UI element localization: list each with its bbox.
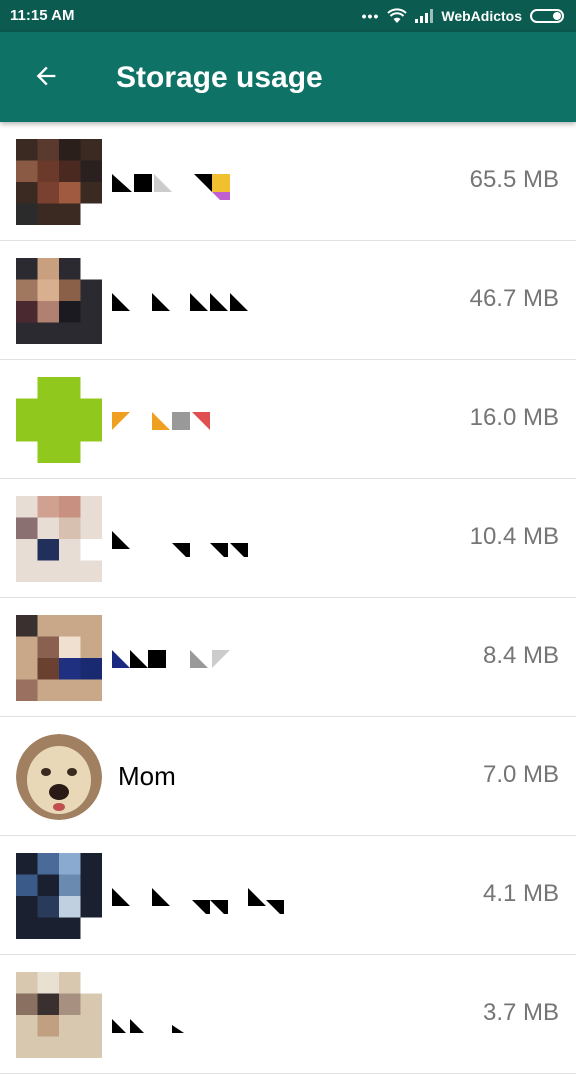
contact-avatar <box>16 853 102 939</box>
contact-name-pixelated <box>112 1019 184 1033</box>
contact-avatar <box>16 377 102 463</box>
battery-icon <box>530 9 564 23</box>
contact-name-pixelated <box>112 650 230 668</box>
status-bar: 11:15 AM ••• WebAdictos <box>0 0 576 32</box>
signal-icon <box>415 9 434 23</box>
back-button[interactable] <box>24 54 68 98</box>
chat-row[interactable]: 8.4 MB <box>0 598 576 717</box>
contact-avatar <box>16 615 102 701</box>
contact-name-pixelated <box>112 174 230 200</box>
chat-row[interactable]: 10.4 MB <box>0 479 576 598</box>
carrier-name: WebAdictos <box>441 8 522 24</box>
chat-row[interactable]: 4.1 MB <box>0 836 576 955</box>
chat-row[interactable]: 65.5 MB <box>0 122 576 241</box>
chat-row[interactable]: 16.0 MB <box>0 360 576 479</box>
storage-size: 4.1 MB <box>482 880 559 907</box>
contact-avatar <box>16 258 102 344</box>
storage-size: 16.0 MB <box>469 404 559 431</box>
storage-size: 7.0 MB <box>482 761 559 788</box>
chat-row[interactable]: 46.7 MB <box>0 241 576 360</box>
storage-size: 10.4 MB <box>469 523 559 550</box>
page-title: Storage usage <box>116 61 323 94</box>
wifi-icon <box>387 8 408 23</box>
storage-size: 3.7 MB <box>482 999 559 1026</box>
contact-avatar <box>16 139 102 225</box>
chat-row[interactable]: Mom 7.0 MB <box>0 717 576 836</box>
storage-size: 8.4 MB <box>482 642 559 669</box>
contact-name: Mom <box>118 761 176 791</box>
contact-avatar <box>16 496 102 582</box>
chat-storage-list: 65.5 MB 46.7 MB 16.0 MB 10.4 MB 8.4 MB M… <box>0 122 576 1074</box>
contact-avatar <box>16 972 102 1058</box>
contact-name-pixelated <box>112 293 248 311</box>
contact-name-pixelated <box>112 531 248 557</box>
contact-name-pixelated <box>112 888 284 914</box>
arrow-left-icon <box>36 66 56 86</box>
storage-size: 46.7 MB <box>469 285 559 312</box>
contact-avatar <box>16 734 102 820</box>
status-icons: ••• WebAdictos <box>362 6 564 26</box>
contact-name-pixelated <box>112 412 210 430</box>
status-time: 11:15 AM <box>10 7 75 24</box>
more-dots-icon: ••• <box>361 8 380 24</box>
app-bar: Storage usage <box>0 32 576 122</box>
storage-size: 65.5 MB <box>469 166 559 193</box>
chat-row[interactable]: 3.7 MB <box>0 955 576 1074</box>
